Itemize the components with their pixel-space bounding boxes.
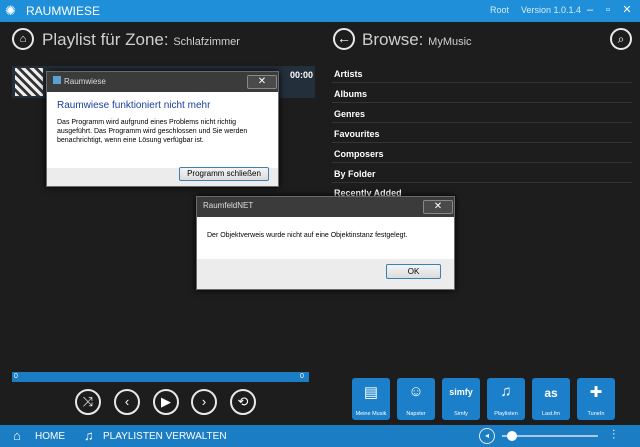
- zone-name: Schlafzimmer: [173, 36, 240, 48]
- simfy-icon: simfy: [449, 387, 473, 397]
- tile-lastfm[interactable]: as Last.fm: [532, 378, 570, 420]
- tile-label: Meine Musik: [355, 411, 387, 417]
- tunein-icon: ✚: [589, 384, 603, 401]
- search-button[interactable]: ⌕: [610, 28, 632, 50]
- close-window-button[interactable]: ✕: [619, 3, 635, 17]
- next-button[interactable]: ›: [191, 389, 217, 415]
- tile-napster[interactable]: ☺ Napster: [397, 378, 435, 420]
- play-button[interactable]: ▶: [153, 389, 179, 415]
- close-icon[interactable]: ✕: [247, 75, 277, 89]
- close-icon[interactable]: ✕: [423, 200, 453, 214]
- divider: [332, 82, 632, 83]
- browse-item-genres[interactable]: Genres: [334, 109, 365, 119]
- browse-item-composers[interactable]: Composers: [334, 149, 384, 159]
- playlist-icon: ♫: [500, 383, 512, 400]
- crash-dialog-heading: Raumwiese funktioniert nicht mehr: [57, 100, 211, 111]
- volume-slider-thumb[interactable]: [506, 431, 517, 441]
- error-dialog-message: Der Objektverweis wurde nicht auf eine O…: [207, 232, 408, 239]
- version-label: Version 1.0.1.4: [521, 5, 582, 15]
- app-logo-icon: ✺: [5, 3, 16, 18]
- divider: [332, 162, 632, 163]
- bottom-bar: ⌂ HOME ♫ PLAYLISTEN VERWALTEN ◂ ⫶: [0, 425, 640, 447]
- album-cover: [15, 68, 43, 96]
- divider: [332, 182, 632, 183]
- volume-slider[interactable]: [502, 431, 598, 441]
- error-dialog-titlebar: RaumfeldNET: [197, 197, 454, 217]
- lastfm-icon: as: [544, 386, 558, 400]
- back-button[interactable]: ←: [333, 28, 355, 50]
- tile-meine-musik[interactable]: ▤ Meine Musik: [352, 378, 390, 420]
- minimize-button[interactable]: –: [582, 3, 598, 17]
- tile-label: Simfy: [454, 411, 468, 417]
- tile-label: Napster: [406, 411, 426, 417]
- crash-dialog-titlebar: Raumwiese: [47, 72, 278, 92]
- previous-button[interactable]: ‹: [114, 389, 140, 415]
- equalizer-icon[interactable]: ⫶: [612, 427, 615, 443]
- tile-playlisten[interactable]: ♫ Playlisten: [487, 378, 525, 420]
- user-name: Root: [490, 5, 510, 15]
- crash-dialog-title: Raumwiese: [64, 77, 106, 86]
- tile-tunein[interactable]: ✚ TuneIn: [577, 378, 615, 420]
- repeat-button[interactable]: ⟲: [230, 389, 256, 415]
- divider: [332, 122, 632, 123]
- track-time: 00:00: [290, 70, 314, 80]
- playlist-icon[interactable]: ♫: [84, 428, 94, 443]
- home-icon[interactable]: ⌂: [13, 428, 21, 443]
- close-program-button[interactable]: Programm schließen: [179, 167, 269, 181]
- tile-simfy[interactable]: simfy Simfy: [442, 378, 480, 420]
- progress-end-label: 0: [300, 373, 304, 380]
- browse-item-by-folder[interactable]: By Folder: [334, 169, 376, 179]
- progress-start-label: 0: [14, 373, 18, 380]
- volume-icon[interactable]: ◂: [479, 428, 495, 444]
- crash-dialog-message: Das Programm wird aufgrund eines Problem…: [57, 119, 248, 144]
- shuffle-button[interactable]: ⤨: [75, 389, 101, 415]
- crash-dialog: Raumwiese ✕ Raumwiese funktioniert nicht…: [46, 71, 279, 187]
- tile-label: Playlisten: [494, 411, 518, 417]
- maximize-button[interactable]: ▫: [600, 3, 616, 17]
- error-dialog: RaumfeldNET ✕ Der Objektverweis wurde ni…: [196, 196, 455, 290]
- home-icon[interactable]: ⌂: [12, 28, 34, 50]
- home-button[interactable]: HOME: [35, 431, 65, 442]
- browse-item-favourites[interactable]: Favourites: [334, 129, 380, 139]
- browse-item-artists[interactable]: Artists: [334, 69, 363, 79]
- browse-item-albums[interactable]: Albums: [334, 89, 367, 99]
- app-title: RAUMWIESE: [26, 4, 101, 18]
- playlist-heading: Playlist für Zone: Schlafzimmer: [42, 30, 240, 50]
- napster-icon: ☺: [408, 383, 424, 400]
- title-bar: ✺ RAUMWIESE Root Version 1.0.1.4 – ▫ ✕: [0, 0, 640, 22]
- dialog-app-icon: [53, 76, 61, 84]
- browse-heading-label: Browse:: [362, 30, 424, 49]
- playlist-heading-label: Playlist für Zone:: [42, 30, 169, 49]
- browse-source: MyMusic: [428, 36, 472, 48]
- music-library-icon: ▤: [363, 384, 379, 401]
- playback-progress-bar[interactable]: 0 0: [12, 372, 309, 382]
- divider: [332, 102, 632, 103]
- browse-heading: Browse: MyMusic: [362, 30, 472, 50]
- divider: [332, 142, 632, 143]
- ok-button[interactable]: OK: [386, 264, 441, 279]
- tile-label: Last.fm: [541, 411, 561, 417]
- manage-playlists-button[interactable]: PLAYLISTEN VERWALTEN: [103, 431, 227, 442]
- tile-label: TuneIn: [587, 411, 605, 417]
